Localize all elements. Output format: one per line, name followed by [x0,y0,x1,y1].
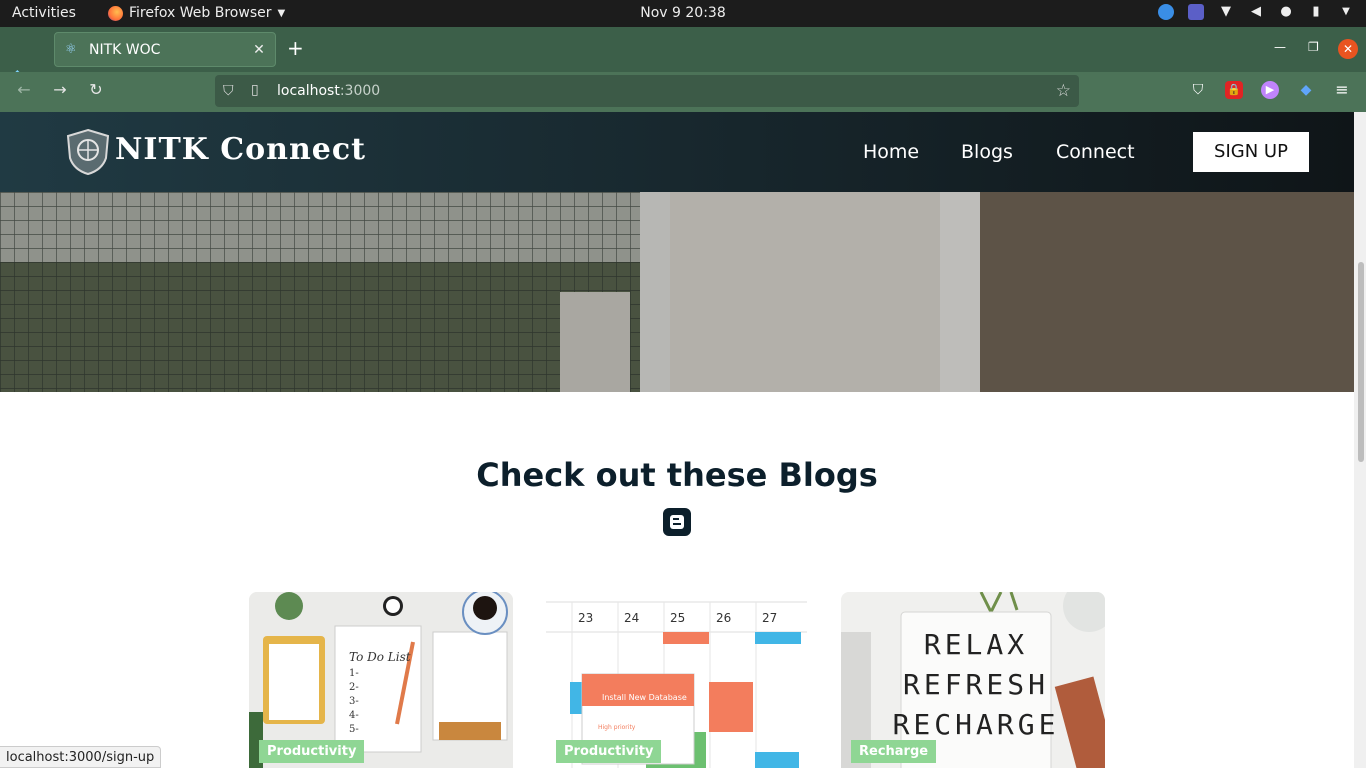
system-tray[interactable]: ▼ ◀ ● ▮ ▼ [1158,4,1354,20]
calendar-day: 23 [578,611,593,625]
activities-button[interactable]: Activities [12,5,76,21]
tab-strip: ◆ ⚛ NITK WOC ✕ + — ❐ ✕ [0,27,1366,83]
todo-item: 5- [349,724,359,735]
tab-active[interactable]: ⚛ NITK WOC ✕ [54,32,276,67]
hamburger-menu-icon[interactable]: ≡ [1333,81,1351,99]
react-icon: ⚛ [65,41,77,57]
sign-up-button[interactable]: SIGN UP [1193,132,1309,172]
close-tab-icon[interactable]: ✕ [249,42,269,58]
calendar-day: 27 [762,611,777,625]
url-bar[interactable]: ⛉ ▯ localhost:3000 ☆ [215,75,1079,107]
extension-diamond-icon[interactable]: ◆ [1297,81,1315,99]
blog-card[interactable]: RELAX REFRESH RECHARGE Recharge [841,592,1105,768]
tab-title: NITK WOC [89,41,161,58]
app-name: Firefox Web Browser [129,5,272,21]
lightbox-word: REFRESH [903,668,1049,701]
lightbox-word: RECHARGE [893,708,1060,741]
close-window-button[interactable]: ✕ [1338,39,1358,59]
reload-button[interactable]: ↻ [84,80,108,99]
calendar-day: 26 [716,611,731,625]
calendar-day: 25 [670,611,685,625]
chrome-icon[interactable] [1158,4,1174,20]
volume-icon[interactable]: ◀ [1248,4,1264,20]
card-tag: Productivity [259,740,365,763]
web-page: NITK Connect Home Blogs Connect SIGN UP … [0,112,1366,768]
url-text[interactable]: localhost:3000 [277,83,380,99]
pocket-icon[interactable]: ⛉ [1189,81,1207,99]
forward-button[interactable]: → [48,80,72,99]
new-tab-button[interactable]: + [287,38,304,58]
hero-photo [0,192,1354,392]
shield-icon[interactable]: ⛉ [223,83,234,99]
battery-icon[interactable]: ▮ [1308,4,1324,20]
lightbox-word: RELAX [924,628,1028,661]
blog-card[interactable]: 23 24 25 26 27 Install New Database High… [546,592,807,768]
extension-play-icon[interactable]: ▶ [1261,81,1279,99]
bookmark-star-icon[interactable]: ☆ [1056,81,1071,101]
clock[interactable]: Nov 9 20:38 [640,5,725,21]
nitk-logo[interactable] [64,128,112,176]
restore-button[interactable]: ❐ [1308,40,1319,54]
app-menu[interactable]: Firefox Web Browser ▼ [108,5,285,21]
status-bar-link-preview: localhost:3000/sign-up [0,746,162,768]
firefox-icon [108,5,123,21]
site-brand[interactable]: NITK Connect [115,132,366,167]
wifi-icon[interactable]: ▼ [1218,4,1234,20]
blogger-icon [663,508,691,536]
blog-card[interactable]: To Do List 1- 2- 3- 4- 5- Productivity [249,592,513,768]
todo-item: 4- [349,710,359,721]
nav-connect[interactable]: Connect [1056,141,1135,163]
card-tag: Productivity [556,740,662,763]
popup-title: Install New Database [602,693,687,702]
nav-blogs[interactable]: Blogs [961,141,1013,163]
section-title: Check out these Blogs [476,456,878,494]
microphone-icon[interactable]: ● [1278,4,1294,20]
calendar-day: 24 [624,611,639,625]
navigation-toolbar: ← → ↻ ⛉ ▯ localhost:3000 ☆ ⛉ 🔒 ▶ ◆ ≡ [0,72,1366,112]
hero-image [0,192,1354,392]
nav-home[interactable]: Home [863,141,919,163]
chevron-down-icon[interactable]: ▼ [1338,4,1354,20]
card-tag: Recharge [851,740,937,763]
scrollbar-thumb[interactable] [1358,262,1364,462]
todo-item: 2- [349,682,359,693]
extension-lock-icon[interactable]: 🔒 [1225,81,1243,99]
todo-heading: To Do List [349,650,411,664]
site-header: NITK Connect Home Blogs Connect SIGN UP [0,112,1354,192]
todo-item: 1- [349,668,359,679]
chevron-down-icon: ▼ [277,7,286,19]
popup-priority: High priority [598,724,636,731]
page-scrollbar[interactable] [1354,112,1366,768]
system-top-bar: Activities Firefox Web Browser ▼ Nov 9 2… [0,0,1366,27]
todo-item: 3- [349,696,359,707]
minimize-button[interactable]: — [1274,40,1286,54]
teams-icon[interactable] [1188,4,1204,20]
back-button[interactable]: ← [12,80,36,99]
